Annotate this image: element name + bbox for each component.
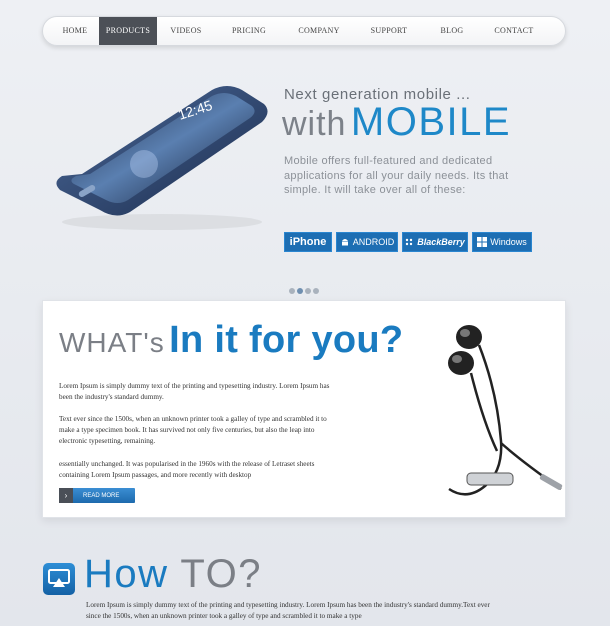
read-more-label: READ MORE (83, 492, 120, 499)
slider-dot[interactable] (289, 288, 295, 294)
feature-panel: WHAT's In it for you? Lorem Ipsum is sim… (42, 300, 566, 518)
nav-item-support[interactable]: SUPPORT (355, 17, 423, 45)
hero-title-mobile: MOBILE (350, 100, 512, 144)
blackberry-icon (406, 238, 413, 245)
hero-banner: 12:45 Next generation mobile ... with MO… (42, 58, 566, 280)
nav-item-products[interactable]: PRODUCTS (99, 17, 157, 45)
blackberry-button[interactable]: BlackBerry (402, 232, 468, 252)
iphone-button[interactable]: iPhone (284, 232, 332, 252)
feature-title-big: In it for you? (169, 319, 404, 361)
iphone-label: iPhone (289, 236, 327, 248)
read-more-button[interactable]: › READ MORE (59, 488, 135, 503)
hero-title-with: with (282, 105, 347, 143)
top-navigation: HOME PRODUCTS VIDEOS PRICING COMPANY SUP… (42, 16, 566, 46)
slider-dot[interactable] (313, 288, 319, 294)
feature-paragraph-1: Lorem Ipsum is simply dummy text of the … (59, 382, 330, 401)
feature-paragraph-2: Text ever since the 1500s, when an unkno… (59, 415, 327, 445)
feature-paragraph-3: essentially unchanged. It was popularise… (59, 460, 315, 479)
nav-item-home[interactable]: HOME (51, 17, 99, 45)
slider-pagination (289, 288, 319, 294)
howto-title: How TO? (84, 552, 262, 597)
nav-item-blog[interactable]: BLOG (423, 17, 481, 45)
nav-item-videos[interactable]: VIDEOS (157, 17, 215, 45)
windows-label: Windows (490, 237, 527, 247)
windows-icon (477, 237, 488, 247)
chevron-right-icon: › (59, 488, 73, 503)
nav-item-contact[interactable]: CONTACT (481, 17, 547, 45)
feature-title: WHAT's In it for you? (59, 319, 403, 362)
howto-title-how: How (84, 552, 169, 596)
nav-item-company[interactable]: COMPANY (283, 17, 355, 45)
platform-buttons: iPhone ANDROID BlackBerry Windows (284, 232, 532, 252)
hero-title: with MOBILE (282, 100, 511, 145)
nav-item-pricing[interactable]: PRICING (215, 17, 283, 45)
slider-dot[interactable] (305, 288, 311, 294)
howto-title-to: TO? (180, 552, 262, 596)
android-icon (341, 239, 348, 246)
slider-dot-active[interactable] (297, 288, 303, 294)
android-label: ANDROID (352, 237, 395, 247)
blackberry-label: BlackBerry (417, 237, 465, 247)
feature-title-small: WHAT's (59, 327, 165, 358)
earphones-image (448, 325, 563, 496)
howto-text: Lorem Ipsum is simply dummy text of the … (86, 601, 490, 620)
windows-button[interactable]: Windows (472, 232, 532, 252)
hero-description: Mobile offers full-featured and dedicate… (284, 155, 509, 196)
android-button[interactable]: ANDROID (336, 232, 398, 252)
airplay-icon (43, 563, 75, 595)
smartphone-image: 12:45 (56, 86, 268, 230)
